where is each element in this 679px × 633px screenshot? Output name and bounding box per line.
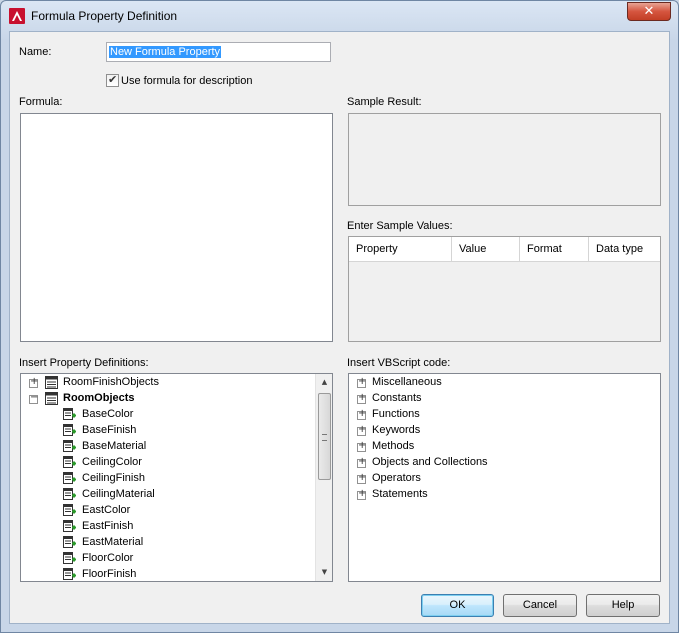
autocad-app-icon: [9, 8, 25, 24]
tree-item-label: Objects and Collections: [372, 456, 488, 468]
dialog-window: Formula Property Definition ✕ Name: New …: [0, 0, 679, 633]
property-definition-icon: [63, 504, 76, 516]
vbscript-label: Insert VBScript code:: [347, 357, 451, 369]
tree-item-label: BaseFinish: [82, 424, 137, 436]
property-tree-scrollbar[interactable]: ▲ ▼: [315, 374, 332, 581]
column-header-format[interactable]: Format: [520, 237, 589, 261]
scroll-down-icon[interactable]: ▼: [319, 568, 330, 578]
tree-item-label: FloorColor: [82, 552, 134, 564]
name-input-value: New Formula Property: [109, 46, 222, 58]
tree-item-label: EastMaterial: [82, 536, 144, 548]
tree-item-label: Statements: [372, 488, 428, 500]
tree-group-label: RoomObjects: [63, 392, 135, 404]
formula-editor[interactable]: [20, 113, 333, 342]
use-formula-label[interactable]: Use formula for description: [121, 75, 252, 87]
checkmark-icon: ✔: [108, 74, 118, 86]
expand-icon[interactable]: +: [357, 376, 366, 388]
tree-item-label: Keywords: [372, 424, 421, 436]
expand-icon[interactable]: +: [29, 376, 38, 388]
expand-icon[interactable]: +: [357, 424, 366, 436]
expand-icon[interactable]: +: [357, 472, 366, 484]
vbscript-tree[interactable]: + Miscellaneous + Constants + Functions + Keywo…: [348, 373, 661, 582]
dialog-body: Name: New Formula Property ✔ Use formula…: [9, 31, 670, 624]
cancel-button[interactable]: Cancel: [503, 594, 577, 617]
property-definitions-tree[interactable]: + RoomFinishObjects − RoomObjects BaseCo…: [20, 373, 333, 582]
sample-values-table[interactable]: Property Value Format Data type: [348, 236, 661, 342]
tree-item-label: Operators: [372, 472, 421, 484]
property-definition-icon: [63, 424, 76, 436]
column-header-value[interactable]: Value: [452, 237, 520, 261]
expand-icon[interactable]: +: [357, 440, 366, 452]
sample-result-label: Sample Result:: [347, 96, 422, 108]
use-formula-checkbox[interactable]: ✔: [106, 74, 119, 87]
name-label: Name:: [19, 46, 52, 58]
property-definition-icon: [63, 408, 76, 420]
property-definition-icon: [63, 472, 76, 484]
expand-icon[interactable]: +: [357, 456, 366, 468]
tree-item-label: CeilingMaterial: [82, 488, 155, 500]
tree-item-label: EastFinish: [82, 520, 134, 532]
sample-result-box: [348, 113, 661, 206]
property-definition-icon: [63, 440, 76, 452]
tree-item-label: Methods: [372, 440, 415, 452]
property-definition-icon: [63, 568, 76, 580]
tree-item-label: Constants: [372, 392, 422, 404]
formula-label: Formula:: [19, 96, 63, 108]
tree-item-label: CeilingFinish: [82, 472, 145, 484]
tree-item-label: CeilingColor: [82, 456, 142, 468]
tree-item-label: BaseColor: [82, 408, 134, 420]
scroll-up-icon[interactable]: ▲: [319, 378, 330, 388]
expand-icon[interactable]: +: [357, 488, 366, 500]
scrollbar-thumb[interactable]: [318, 393, 331, 480]
sample-values-header: Property Value Format Data type: [349, 237, 660, 262]
column-header-property[interactable]: Property: [349, 237, 452, 261]
property-definition-icon: [63, 488, 76, 500]
column-header-data-type[interactable]: Data type: [589, 237, 660, 261]
property-set-icon: [45, 392, 58, 405]
property-definitions-label: Insert Property Definitions:: [19, 357, 149, 369]
expand-icon[interactable]: +: [357, 408, 366, 420]
help-button[interactable]: Help: [586, 594, 660, 617]
close-icon: ✕: [643, 4, 655, 19]
window-title: Formula Property Definition: [31, 9, 178, 23]
tree-item-label: Functions: [372, 408, 420, 420]
close-button[interactable]: ✕: [627, 2, 671, 21]
tree-item-label: BaseMaterial: [82, 440, 147, 452]
property-definition-icon: [63, 552, 76, 564]
collapse-icon[interactable]: −: [29, 392, 38, 404]
sample-values-label: Enter Sample Values:: [347, 220, 453, 232]
tree-item-label: EastColor: [82, 504, 131, 516]
property-definition-icon: [63, 536, 76, 548]
title-bar[interactable]: Formula Property Definition ✕: [1, 1, 678, 31]
tree-item-label: FloorFinish: [82, 568, 137, 580]
tree-group-label: RoomFinishObjects: [63, 376, 159, 388]
tree-item-label: Miscellaneous: [372, 376, 442, 388]
property-definition-icon: [63, 456, 76, 468]
property-set-icon: [45, 376, 58, 389]
ok-button[interactable]: OK: [421, 594, 494, 617]
expand-icon[interactable]: +: [357, 392, 366, 404]
property-definition-icon: [63, 520, 76, 532]
name-input[interactable]: New Formula Property: [106, 42, 331, 62]
